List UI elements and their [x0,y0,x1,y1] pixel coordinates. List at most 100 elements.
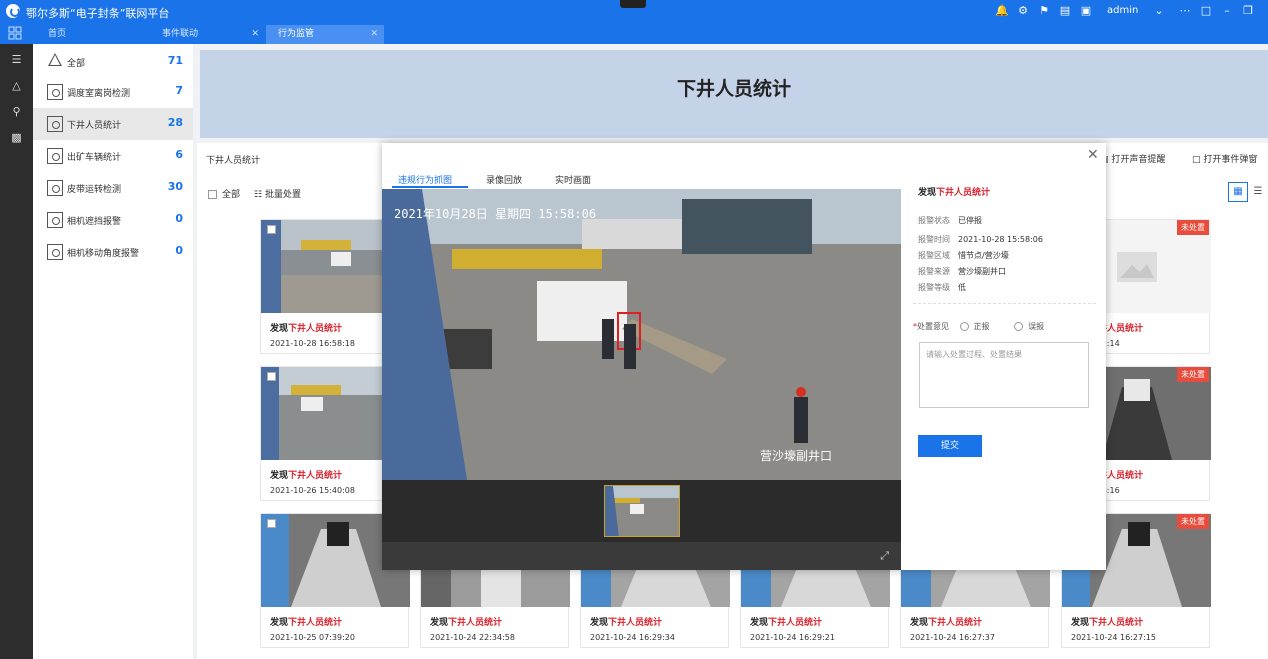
card-checkbox[interactable] [267,225,276,234]
tab-label: 首页 [48,29,67,39]
detail-title: 发现下井人员统计 [918,185,990,198]
category-count: 28 [167,116,183,129]
submit-button[interactable]: 提交 [918,435,982,457]
category-label: 相机遮挡报警 [67,217,122,227]
close-icon[interactable]: ✕ [251,25,259,44]
filmstrip-thumbnail[interactable] [604,485,680,537]
category-count: 7 [175,84,183,97]
card-title: 发现下井人员统计 [590,615,662,628]
category-dispatch-absence[interactable]: 调度室离岗检测 7 [33,76,193,108]
view-toggle: ▦ ☰ [1228,182,1266,202]
category-belt-running[interactable]: 皮带运转检测 30 [33,172,193,204]
card-title-prefix: 发现 [430,618,449,628]
menu-icon[interactable]: ☰ [9,52,24,67]
card-checkbox[interactable] [267,519,276,528]
radio-icon [959,322,969,331]
event-popup-toggle[interactable]: □ 打开事件弹窗 [1192,152,1257,165]
tab-live-view[interactable]: 实时画面 [555,173,591,186]
collapse-handle[interactable] [620,0,646,8]
alarm-icon[interactable]: △ [9,78,24,93]
flag-icon[interactable]: ⚑ [1037,4,1051,18]
detail-row: 报警等级低 [918,282,966,293]
card-title-prefix: 发现 [270,618,289,628]
tab-label: 事件联动 [162,29,199,39]
tab-event-link[interactable]: 事件联动 ✕ [150,25,265,44]
app-grid-icon[interactable] [8,26,22,40]
tab-playback[interactable]: 录像回放 [486,173,522,186]
list-view-icon[interactable]: ☰ [1250,182,1266,202]
category-all[interactable]: 全部 71 [33,46,193,78]
detail-title-event: 下井人员统计 [936,188,991,198]
chevron-down-icon[interactable]: ⌄ [1152,4,1166,18]
detail-key: 报警等级 [918,283,950,292]
lock-icon[interactable]: □ [1199,4,1213,18]
monitor-icon[interactable]: ▣ [1079,4,1093,18]
card-title: 发现下井人员统计 [270,615,342,628]
card-date: 2021-10-24 22:34:58 [430,633,515,642]
detail-row: 报警区域 惜节点/营沙壕 [918,250,1009,261]
minimize-icon[interactable]: – [1220,4,1234,18]
app-title: 鄂尔多斯“电子封条”联网平台 [26,7,170,20]
detail-key: 报警区域 [918,251,950,260]
category-label: 皮带运转检测 [67,185,122,195]
camera-frame-icon [47,244,63,260]
event-popup-label: 打开事件弹窗 [1203,155,1258,165]
tab-bar: 首页 事件联动 ✕ 行为监管 ✕ [0,23,1268,44]
more-icon[interactable]: ⋯ [1178,4,1192,18]
card-title: 发现下井人员统计 [1071,615,1143,628]
close-icon[interactable]: ✕ [370,25,378,44]
restore-icon[interactable]: ❐ [1241,4,1255,18]
card-title-event: 下井人员统计 [608,618,663,628]
close-icon[interactable]: ✕ [1087,147,1099,163]
video-frame: 2021年10月28日 星期四 15:58:06 营沙壕副井口 [382,189,901,480]
left-nav: ☰ △ ⚲ ▩ [0,44,33,659]
card-title: 发现下井人员统计 [270,321,342,334]
select-all-label: 全部 [222,190,241,200]
tab-underline [392,186,468,188]
tab-behavior-supervision[interactable]: 行为监管 ✕ [266,25,384,44]
category-label: 全部 [67,59,86,69]
search-doc-icon[interactable]: ⚲ [9,104,24,119]
card-title-prefix: 发现 [590,618,609,628]
detail-title-prefix: 发现 [918,188,937,198]
popup-icon: □ [1192,155,1204,165]
window-icon[interactable]: ▤ [1058,4,1072,18]
detail-row: 报警状态 已停报 [918,215,982,226]
camera-frame-icon [47,116,63,132]
category-camera-moved[interactable]: 相机移动角度报警 0 [33,236,193,268]
category-camera-blocked[interactable]: 相机遮挡报警 0 [33,204,193,236]
radio-false-report[interactable]: 误报 [1014,322,1044,331]
document-icon: ☷ [254,190,265,200]
bell-icon[interactable]: 🔔 [995,4,1009,18]
camera-frame-icon [47,212,63,228]
card-date: 2021-10-26 15:40:08 [270,486,355,495]
user-name[interactable]: admin [1107,5,1138,16]
detail-key: 报警来源 [918,267,950,276]
tab-violation-snapshot[interactable]: 违规行为抓图 [398,173,452,186]
card-title-prefix: 发现 [1071,618,1090,628]
tab-home[interactable]: 首页 [36,25,146,44]
gear-icon[interactable]: ⚙ [1016,4,1030,18]
card-title-prefix: 发现 [270,324,289,334]
select-all-checkbox[interactable]: 全部 [208,187,240,200]
fullscreen-icon[interactable]: ⤢ [880,549,889,563]
category-count: 6 [175,148,183,161]
remark-textarea[interactable]: 请输入处置过程、处置结果 [919,342,1089,408]
card-title: 发现下井人员统计 [270,468,342,481]
category-vehicle-out[interactable]: 出矿车辆统计 6 [33,140,193,172]
card-checkbox[interactable] [267,372,276,381]
card-title: 发现下井人员统计 [910,615,982,628]
grid-view-icon[interactable]: ▦ [1228,182,1248,202]
scene-image [382,189,901,480]
category-personnel-down[interactable]: 下井人员统计 28 [33,108,193,140]
card-title: 发现下井人员统计 [750,615,822,628]
category-label: 调度室离岗检测 [67,89,131,99]
status-badge: 未处置 [1177,220,1209,235]
detail-value: 惜节点/营沙壕 [958,251,1009,260]
batch-dispose-button[interactable]: ☷ 批量处置 [254,187,301,200]
bar-chart-icon[interactable]: ▩ [9,130,24,145]
card-date: 2021-10-24 16:27:37 [910,633,995,642]
radio-true-report[interactable]: 正报 [959,322,990,331]
detail-key: 报警状态 [918,216,950,225]
sound-alert-toggle[interactable]: ▣ 打开声音提醒 [1100,152,1165,165]
